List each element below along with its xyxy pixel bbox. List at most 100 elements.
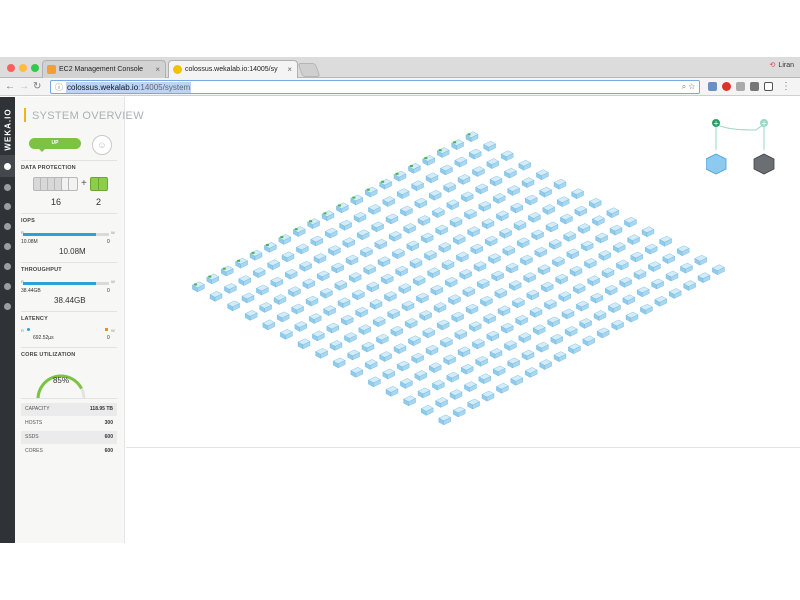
host-node[interactable] [447, 294, 461, 305]
host-node[interactable] [455, 251, 469, 263]
tab-ec2-console[interactable]: EC2 Management Console × [42, 60, 166, 78]
host-node[interactable] [622, 294, 636, 306]
host-node[interactable] [241, 292, 255, 304]
close-window-icon[interactable] [7, 64, 15, 72]
host-node[interactable] [471, 166, 485, 177]
close-tab-icon[interactable]: × [287, 61, 292, 78]
close-tab-icon[interactable]: × [155, 61, 160, 78]
host-node[interactable] [356, 229, 370, 241]
host-node[interactable] [511, 297, 525, 309]
host-node[interactable] [327, 245, 341, 256]
host-node[interactable] [339, 219, 353, 231]
host-node[interactable] [556, 196, 570, 207]
host-node[interactable] [443, 182, 457, 193]
host-node[interactable] [399, 205, 413, 217]
host-node[interactable] [459, 269, 473, 280]
bookmark-star-icon[interactable]: ⌕ ☆ [682, 82, 695, 92]
profile-button[interactable]: ⟲ Liran [770, 61, 794, 69]
host-node[interactable] [446, 199, 460, 211]
host-node[interactable] [367, 376, 381, 388]
host-node[interactable] [524, 194, 538, 206]
host-node[interactable] [452, 234, 466, 245]
host-node[interactable] [367, 204, 381, 215]
menu-icon[interactable]: ⋮ [781, 81, 791, 93]
host-node[interactable] [374, 238, 388, 250]
host-node[interactable] [299, 261, 313, 272]
host-node[interactable] [462, 286, 476, 298]
host-node[interactable] [379, 351, 393, 362]
host-node[interactable] [454, 329, 468, 340]
host-node[interactable] [535, 169, 549, 181]
host-node[interactable] [411, 352, 425, 364]
host-node[interactable] [449, 216, 463, 228]
host-node[interactable] [574, 205, 588, 217]
host-node[interactable] [244, 310, 258, 321]
host-node[interactable] [329, 340, 343, 351]
host-node[interactable] [524, 367, 538, 378]
host-node[interactable] [545, 221, 559, 233]
host-node[interactable] [475, 356, 489, 367]
host-node[interactable] [526, 289, 540, 301]
host-node[interactable] [393, 170, 407, 182]
host-node[interactable] [486, 158, 500, 169]
host-node[interactable] [358, 324, 372, 335]
extension-folder-icon[interactable] [708, 82, 717, 91]
host-node[interactable] [335, 202, 349, 214]
host-node[interactable] [348, 272, 362, 283]
host-node[interactable] [220, 265, 234, 277]
zoom-window-icon[interactable] [31, 64, 39, 72]
host-node[interactable] [593, 310, 607, 321]
host-node[interactable] [551, 256, 565, 268]
host-node[interactable] [561, 308, 575, 320]
host-node[interactable] [468, 321, 482, 332]
host-node[interactable] [467, 398, 481, 410]
host-node[interactable] [548, 239, 562, 250]
host-node[interactable] [425, 172, 439, 184]
host-node[interactable] [641, 226, 655, 238]
host-node[interactable] [436, 319, 450, 331]
host-node[interactable] [406, 240, 420, 252]
host-node[interactable] [353, 212, 367, 223]
host-node[interactable] [350, 194, 364, 206]
host-node[interactable] [430, 284, 444, 296]
host-node[interactable] [590, 292, 604, 304]
host-node[interactable] [313, 253, 327, 264]
host-node[interactable] [467, 226, 481, 237]
host-node[interactable] [531, 229, 545, 241]
host-node[interactable] [351, 289, 365, 301]
host-node[interactable] [270, 276, 284, 288]
host-node[interactable] [382, 196, 396, 207]
host-node[interactable] [500, 322, 514, 334]
host-node[interactable] [252, 267, 266, 278]
host-node[interactable] [481, 218, 495, 230]
host-node[interactable] [420, 232, 434, 244]
host-nav-icon[interactable] [4, 203, 11, 210]
host-node[interactable] [515, 314, 529, 326]
host-node[interactable] [425, 344, 439, 356]
host-node[interactable] [534, 246, 548, 258]
host-node[interactable] [361, 341, 375, 353]
host-node[interactable] [468, 148, 482, 160]
host-node[interactable] [423, 250, 437, 261]
host-node[interactable] [567, 343, 581, 355]
host-node[interactable] [443, 354, 457, 366]
host-node[interactable] [518, 159, 532, 171]
host-node[interactable] [495, 210, 509, 222]
host-node[interactable] [295, 243, 309, 255]
alerts-icon[interactable]: ☺ [92, 135, 112, 155]
host-node[interactable] [460, 363, 474, 375]
host-node[interactable] [407, 335, 421, 347]
host-node[interactable] [391, 248, 405, 260]
tab-colossus[interactable]: colossus.wekalab.io:14005/sy × [168, 60, 298, 78]
host-node[interactable] [478, 201, 492, 212]
host-node[interactable] [366, 281, 380, 293]
host-node[interactable] [598, 250, 612, 261]
host-node[interactable] [403, 223, 417, 234]
host-node[interactable] [465, 303, 479, 315]
host-node[interactable] [404, 318, 418, 329]
host-node[interactable] [431, 379, 445, 391]
host-node[interactable] [438, 242, 452, 253]
host-node[interactable] [377, 256, 391, 267]
host-node[interactable] [435, 397, 449, 408]
host-node[interactable] [435, 224, 449, 236]
